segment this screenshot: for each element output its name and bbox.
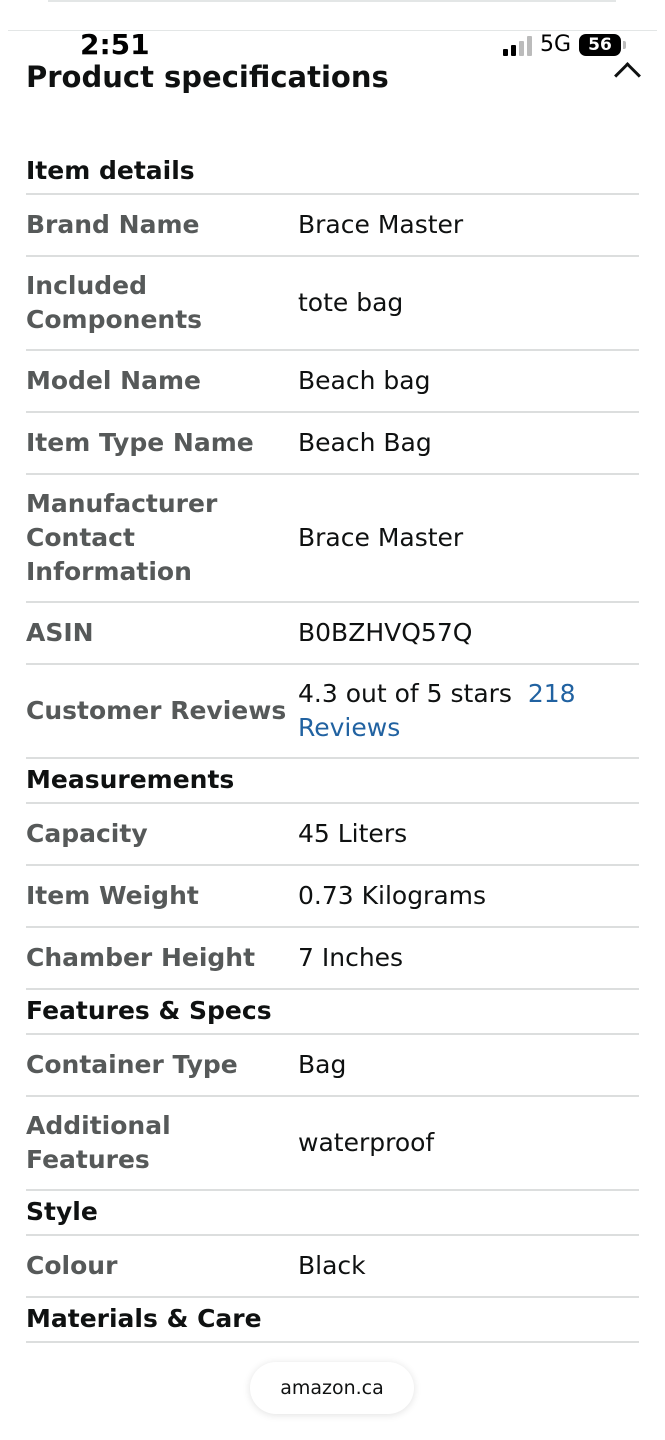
spec-label: Capacity [26,819,148,848]
spec-label: Container Type [26,1050,238,1079]
spec-value: Bag [298,1050,347,1079]
spec-value: B0BZHVQ57Q [298,618,473,647]
spec-label: Customer Reviews [26,696,287,725]
spec-label: Chamber Height [26,943,256,972]
spec-label: Item Type Name [26,428,254,457]
spec-value: tote bag [298,288,404,317]
group-heading-item-details: Item details [26,150,639,195]
signal-icon [502,34,532,56]
spec-value: 7 Inches [298,943,404,972]
spec-label: Manufacturer Contact Information [26,489,218,586]
group-heading-style: Style [26,1191,639,1236]
product-specifications: Item details Brand Name Brace Master Inc… [26,150,639,1343]
group-heading-materials: Materials & Care [26,1298,639,1343]
group-heading-features: Features & Specs [26,990,639,1035]
status-indicators: 5G 56 [502,32,626,57]
spec-row: Included Components tote bag [26,257,639,351]
spec-row: Item Weight 0.73 Kilograms [26,866,639,928]
section-title[interactable]: Product specifications [26,60,389,94]
spec-value: 4.3 out of 5 stars 218 Reviews [298,677,639,745]
spec-label: Model Name [26,366,201,395]
spec-label: Included Components [26,271,203,334]
spec-row: Manufacturer Contact Information Brace M… [26,475,639,603]
spec-row: Container Type Bag [26,1035,639,1097]
spec-value: Beach bag [298,366,431,395]
spec-label: Additional Features [26,1111,171,1174]
spec-value: 0.73 Kilograms [298,881,487,910]
group-heading-measurements: Measurements [26,759,639,804]
spec-label: Brand Name [26,210,200,239]
spec-label: ASIN [26,618,94,647]
battery-icon: 56 [579,33,626,56]
rating-text: 4.3 out of 5 stars [298,679,512,708]
spec-row: Capacity 45 Liters [26,804,639,866]
url-pill[interactable]: amazon.ca [250,1362,414,1414]
spec-value: waterproof [298,1128,435,1157]
top-divider [48,0,616,2]
spec-row-customer-reviews: Customer Reviews 4.3 out of 5 stars 218 … [26,665,639,759]
spec-value: Black [298,1251,366,1280]
spec-label: Colour [26,1251,118,1280]
spec-row: Item Type Name Beach Bag [26,413,639,475]
spec-row: Colour Black [26,1236,639,1298]
spec-label: Item Weight [26,881,199,910]
spec-row: Brand Name Brace Master [26,195,639,257]
chevron-up-icon[interactable] [614,62,641,89]
spec-value: Brace Master [298,523,464,552]
spec-value: Brace Master [298,210,464,239]
spec-value: Beach Bag [298,428,432,457]
spec-row: Additional Features waterproof [26,1097,639,1191]
spec-row: ASIN B0BZHVQ57Q [26,603,639,665]
spec-row: Chamber Height 7 Inches [26,928,639,990]
spec-row: Model Name Beach bag [26,351,639,413]
network-type: 5G [539,32,571,57]
spec-value: 45 Liters [298,819,408,848]
status-time: 2:51 [80,28,150,61]
